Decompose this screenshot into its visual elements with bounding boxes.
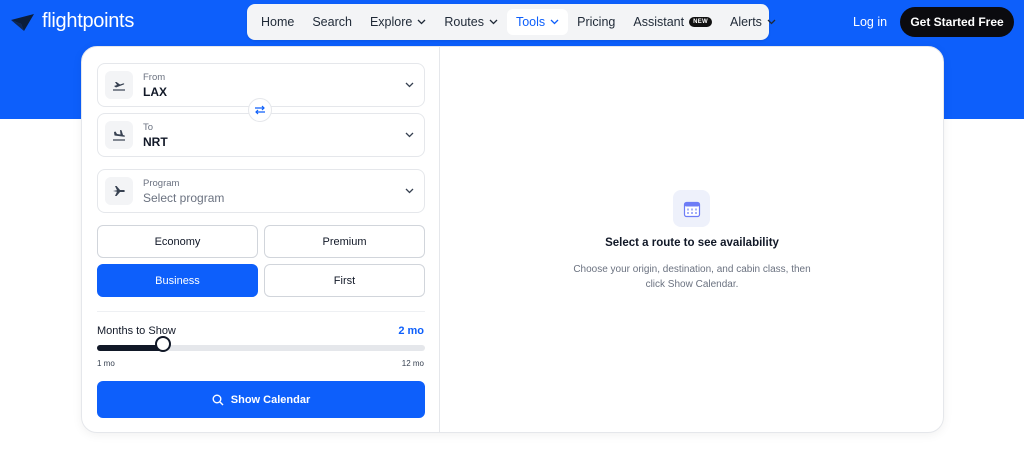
slider-thumb[interactable]	[155, 336, 171, 352]
program-select[interactable]: Program Select program	[97, 169, 425, 213]
swap-icon	[255, 105, 265, 115]
logo[interactable]: flightpoints	[10, 10, 134, 33]
nav-item-pricing[interactable]: Pricing	[568, 9, 624, 35]
empty-state-description: Choose your origin, destination, and cab…	[573, 264, 811, 290]
nav-item-alerts[interactable]: Alerts	[721, 9, 785, 35]
calendar-icon	[683, 201, 700, 217]
from-label: From	[143, 71, 166, 83]
slider-fill	[97, 345, 163, 351]
program-label: Program	[143, 177, 180, 189]
months-slider[interactable]	[97, 336, 425, 355]
empty-state-icon-wrap	[673, 190, 710, 227]
nav-label: Pricing	[577, 15, 616, 29]
chevron-down-icon	[405, 82, 414, 88]
plane-departure-icon	[105, 71, 133, 99]
results-panel: Select a route to see availability Choos…	[440, 47, 943, 432]
plane-arrival-icon	[105, 121, 133, 149]
search-form: From LAX To NRT Program Select program E…	[82, 47, 440, 432]
nav-label: Search	[312, 15, 352, 29]
nav-item-routes[interactable]: Routes	[435, 9, 507, 35]
chevron-down-icon	[767, 19, 776, 25]
from-value: LAX	[143, 84, 167, 99]
search-icon	[212, 394, 224, 405]
chevron-down-icon	[405, 188, 414, 194]
chevron-down-icon	[489, 19, 498, 25]
divider	[97, 311, 425, 312]
cabin-option-economy[interactable]: Economy	[97, 225, 258, 258]
to-value: NRT	[143, 134, 168, 149]
nav-item-tools[interactable]: Tools	[506, 9, 569, 35]
slider-track	[97, 345, 425, 351]
cabin-option-premium[interactable]: Premium	[264, 225, 425, 258]
nav-label: Home	[261, 15, 295, 29]
login-link[interactable]: Log in	[853, 15, 887, 29]
slider-min-label: 1 mo	[97, 359, 115, 368]
new-badge: NEW	[689, 17, 712, 27]
nav-item-explore[interactable]: Explore	[361, 9, 435, 35]
nav-label: Assistant	[633, 15, 685, 29]
logo-text: flightpoints	[42, 10, 135, 32]
nav-item-search[interactable]: Search	[303, 9, 361, 35]
nav-label: Explore	[369, 15, 413, 29]
to-text: To NRT	[143, 122, 168, 149]
availability-card: From LAX To NRT Program Select program E…	[81, 46, 944, 433]
main-nav: Home Search Explore Routes Tools Pricing Assis…	[247, 4, 776, 40]
program-text: Program Select program	[143, 178, 224, 205]
get-started-button[interactable]: Get Started Free	[900, 7, 1014, 37]
plane-icon	[105, 177, 133, 205]
chevron-down-icon	[550, 19, 559, 25]
show-calendar-button[interactable]: Show Calendar	[97, 381, 425, 418]
nav-label: Tools	[515, 15, 546, 29]
nav-label: Alerts	[729, 15, 762, 29]
from-text: From LAX	[143, 72, 167, 99]
months-value: 2 mo	[398, 325, 424, 337]
chevron-down-icon	[417, 19, 426, 25]
empty-state-title: Select a route to see availability	[605, 237, 779, 249]
cabin-option-first[interactable]: First	[264, 264, 425, 297]
program-placeholder: Select program	[143, 190, 225, 205]
nav-item-home[interactable]: Home	[252, 9, 303, 35]
nav-label: Routes	[444, 15, 484, 29]
slider-max-label: 12 mo	[401, 359, 424, 368]
show-calendar-label: Show Calendar	[230, 393, 311, 406]
to-label: To	[143, 121, 154, 133]
chevron-down-icon	[405, 132, 414, 138]
swap-button[interactable]	[248, 98, 272, 122]
nav-item-assistant[interactable]: Assistant NEW	[624, 9, 721, 35]
plane-logo-icon	[11, 13, 34, 31]
cabin-option-business[interactable]: Business	[97, 264, 258, 297]
